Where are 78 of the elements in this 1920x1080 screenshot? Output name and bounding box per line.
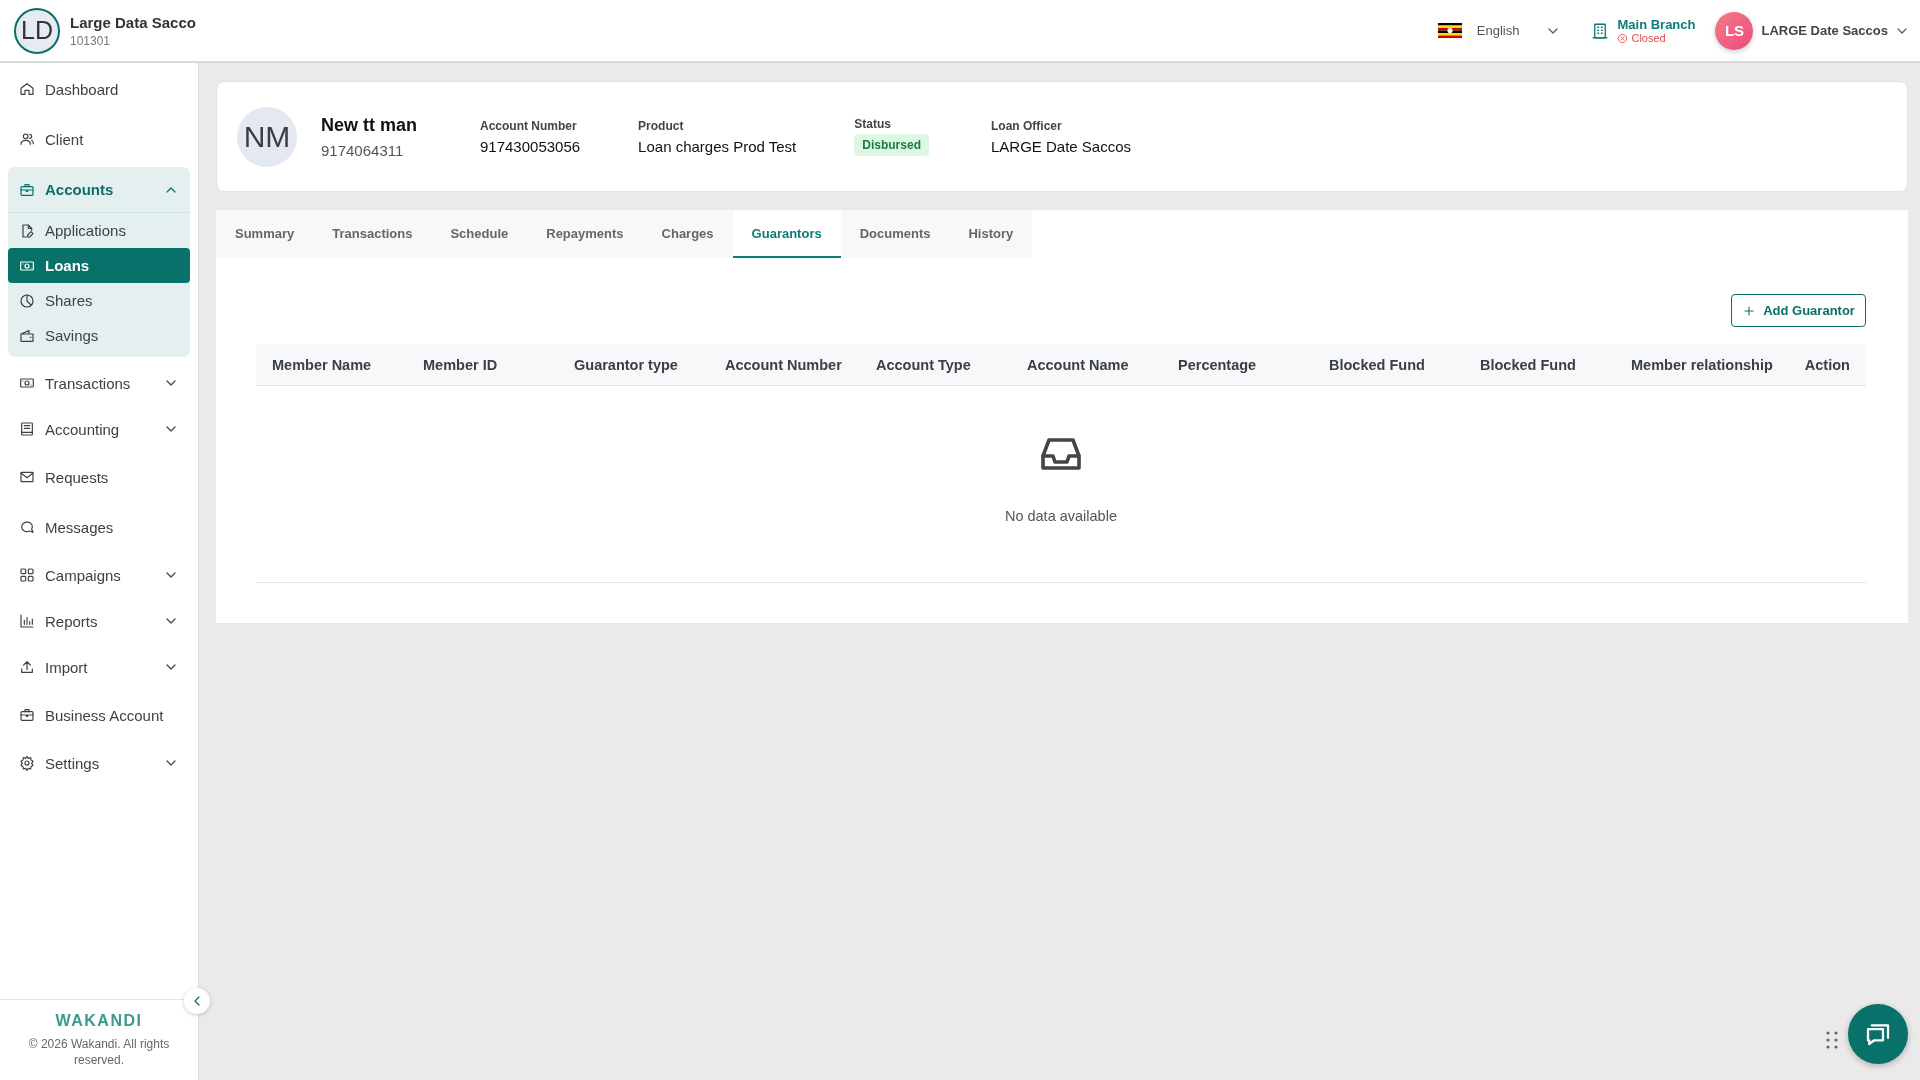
briefcase-icon	[19, 181, 35, 198]
nav-menu-item[interactable]: Transactions	[8, 360, 190, 406]
copyright-text: © 2026 Wakandi. All rights reserved.	[27, 1036, 171, 1068]
settings-icon	[19, 755, 35, 771]
banknote-icon	[19, 375, 35, 391]
tab[interactable]: Charges	[642, 210, 733, 258]
nav-item[interactable]: Requests	[8, 452, 190, 502]
field-value: 917430053056	[480, 137, 581, 155]
field-label: Loan Officer	[990, 118, 1063, 133]
grid-icon	[19, 567, 35, 583]
building-icon	[1591, 21, 1610, 40]
speech-bubble-icon	[19, 519, 35, 535]
envelope-icon	[19, 469, 35, 485]
user-name[interactable]: LARGE Date Saccos	[1761, 23, 1888, 38]
tab[interactable]: History	[949, 210, 1033, 258]
organization-avatar: LD	[14, 7, 60, 54]
field-label: Product	[638, 118, 685, 133]
column-header: Percentage	[1177, 356, 1258, 373]
nav-menu-item[interactable]: Accounts	[8, 167, 190, 213]
upload-icon	[19, 659, 35, 675]
field-label: Status	[854, 117, 892, 131]
nav-item[interactable]: Messages	[8, 502, 190, 552]
briefcase-icon	[19, 707, 35, 723]
nav-subitem[interactable]: Savings	[8, 318, 190, 353]
column-header: Account Type	[875, 356, 972, 373]
nav-item[interactable]: Business Account	[8, 690, 190, 740]
tab[interactable]: Repayments	[527, 210, 643, 258]
branch-name[interactable]: Main Branch	[1617, 17, 1696, 32]
language-selector[interactable]: English	[1476, 23, 1520, 38]
column-header: Action	[1803, 356, 1851, 373]
nav-menu-item[interactable]: Import	[8, 644, 190, 690]
plus-icon	[1742, 303, 1757, 318]
field-value: LARGE Date Saccos	[990, 137, 1132, 155]
column-header: Member relationship	[1630, 356, 1774, 373]
nav-subitem[interactable]: Applications	[8, 213, 190, 248]
tab[interactable]: Schedule	[431, 210, 528, 258]
book-icon	[19, 421, 35, 437]
column-header: Member ID	[422, 356, 499, 373]
column-header: Member Name	[271, 356, 373, 373]
add-guarantor-button[interactable]: Add Guarantor	[1731, 294, 1866, 327]
nav-item[interactable]: Dashboard	[8, 64, 190, 114]
column-header: Account Name	[1026, 356, 1130, 373]
flag-icon	[1437, 23, 1462, 38]
nav-menu-item[interactable]: Accounting	[8, 406, 190, 452]
nav-menu-item[interactable]: Settings	[8, 740, 190, 786]
people-icon	[19, 131, 35, 147]
field-value: Loan charges Prod Test	[638, 137, 797, 155]
empty-state-text: No data available	[1004, 508, 1117, 524]
nav-menu-item[interactable]: Reports	[8, 598, 190, 644]
branch-status: Closed	[1631, 32, 1666, 44]
column-header: Account Number	[724, 356, 843, 373]
nav-subitem[interactable]: Shares	[8, 283, 190, 318]
client-name: New tt man	[321, 114, 418, 136]
brand-logo: WAKANDI	[55, 1012, 143, 1030]
column-header: Blocked Fund	[1479, 356, 1577, 373]
nav-menu-item[interactable]: Campaigns	[8, 552, 190, 598]
drag-handle-icon[interactable]	[1825, 1031, 1838, 1049]
wallet-icon	[19, 327, 35, 344]
client-id: 9174064311	[321, 141, 405, 159]
house-icon	[19, 81, 35, 97]
bar-chart-icon	[19, 613, 35, 629]
nav-item[interactable]: Client	[8, 114, 190, 164]
field-label: Account Number	[480, 118, 578, 133]
column-header: Guarantor type	[573, 356, 679, 373]
nav-subitem[interactable]: Loans	[8, 248, 190, 283]
tab[interactable]: Transactions	[313, 210, 432, 258]
tab[interactable]: Guarantors	[732, 210, 841, 258]
tab[interactable]: Summary	[216, 210, 314, 258]
document-pen-icon	[19, 222, 35, 239]
chat-button[interactable]	[1847, 1004, 1908, 1064]
organization-name: Large Data Sacco	[70, 13, 196, 31]
organization-code: 101301	[70, 33, 112, 48]
x-circle-icon	[1617, 32, 1629, 44]
column-header: Blocked Fund	[1328, 356, 1426, 373]
pie-chart-icon	[19, 292, 35, 309]
tab[interactable]: Documents	[840, 210, 950, 258]
status-badge: Disbursed	[854, 134, 929, 156]
client-avatar: NM	[237, 106, 297, 167]
